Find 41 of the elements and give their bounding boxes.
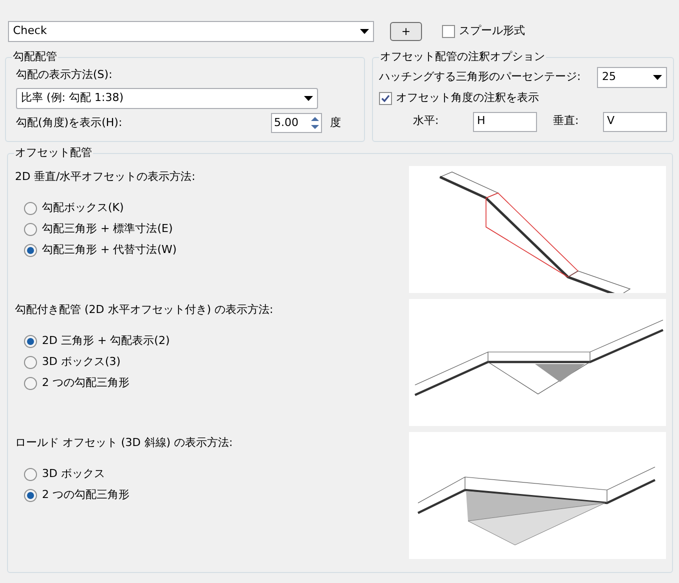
- checkbox[interactable]: [442, 24, 455, 38]
- checkbox-label: オフセット角度の注釈を表示: [396, 90, 539, 106]
- horizontal-field[interactable]: H: [473, 112, 537, 132]
- radio-label: 勾配ボックス(K): [42, 200, 124, 216]
- section-label: ロールド オフセット (3D 斜線) の表示方法:: [15, 435, 233, 451]
- radio-button[interactable]: [24, 468, 37, 481]
- radio-label: 2 つの勾配三角形: [42, 375, 130, 392]
- check-icon: [381, 94, 390, 103]
- caret-icon: [360, 28, 369, 34]
- radio-label: 勾配三角形 + 代替寸法(W): [42, 242, 177, 258]
- spin-arrows-icon: [309, 115, 321, 131]
- radio-button[interactable]: [24, 335, 37, 348]
- horizontal-label: 水平:: [413, 113, 440, 130]
- radio-button[interactable]: [24, 202, 37, 215]
- radio-button[interactable]: [24, 377, 37, 390]
- hatch-percent-combo[interactable]: 25: [597, 67, 667, 88]
- style-combo[interactable]: Check: [8, 20, 374, 42]
- radio-button[interactable]: [24, 244, 37, 257]
- radio-button[interactable]: [24, 489, 37, 502]
- caret-icon: [653, 75, 662, 80]
- radio-label: 2 つの勾配三角形: [42, 487, 130, 504]
- radio-label: 2D 三角形 + 勾配表示(2): [42, 333, 170, 350]
- radio-button[interactable]: [24, 356, 37, 369]
- checkbox[interactable]: [379, 92, 392, 105]
- angle-spinner[interactable]: 5.00: [271, 113, 322, 133]
- vertical-label: 垂直:: [553, 113, 580, 130]
- add-button[interactable]: +: [390, 22, 422, 40]
- caret-icon: [304, 96, 313, 101]
- vertical-field[interactable]: V: [603, 112, 667, 132]
- angle-unit: 度: [330, 114, 341, 131]
- section-label: 勾配付き配管 (2D 水平オフセット付き) の表示方法:: [15, 302, 274, 318]
- radio-label: 3D ボックス: [42, 466, 105, 482]
- slope-method-combo[interactable]: 比率 (例: 勾配 1:38): [16, 88, 318, 109]
- hatch-label: ハッチングする三角形のパーセンテージ:: [379, 69, 581, 86]
- radio-button[interactable]: [24, 223, 37, 236]
- section-label: 2D 垂直/水平オフセットの表示方法:: [15, 169, 196, 185]
- method-label: 勾配の表示方法(S):: [16, 67, 114, 83]
- radio-label: 勾配三角形 + 標準寸法(E): [42, 221, 173, 238]
- angle-label: 勾配(角度)を表示(H):: [16, 114, 124, 131]
- checkbox-label: スプール形式: [459, 22, 525, 39]
- radio-label: 3D ボックス(3): [42, 354, 121, 370]
